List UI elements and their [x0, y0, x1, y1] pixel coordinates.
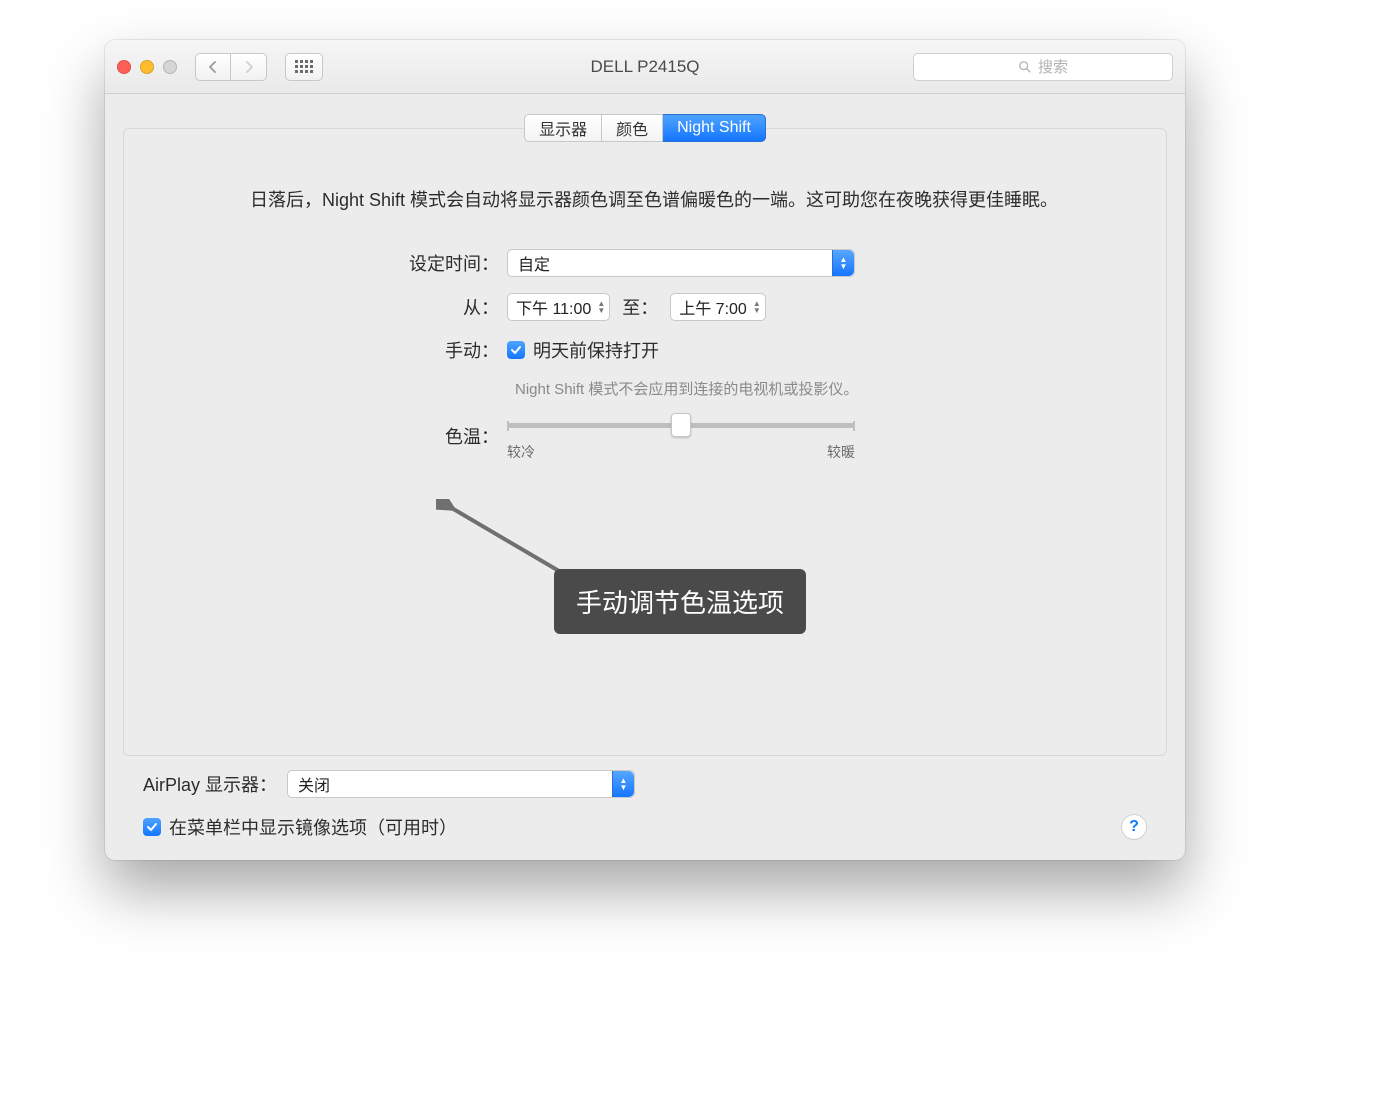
from-value: 下午 11:00: [516, 295, 591, 319]
stepper-icon: ▲▼: [597, 300, 605, 314]
chevron-up-down-icon: ▲▼: [832, 250, 854, 276]
slider-thumb[interactable]: [671, 413, 691, 437]
grid-icon: [295, 60, 313, 73]
from-time-stepper[interactable]: 下午 11:00 ▲▼: [507, 293, 610, 321]
airplay-row: AirPlay 显示器： 关闭 ▲▼: [143, 770, 1147, 798]
mirror-checkbox[interactable]: [143, 818, 161, 836]
schedule-label: 设定时间：: [372, 250, 507, 276]
mirror-checkbox-label: 在菜单栏中显示镜像选项（可用时）: [169, 814, 457, 840]
search-placeholder: 搜索: [1038, 56, 1068, 77]
from-label: 从：: [372, 294, 507, 320]
schedule-row: 设定时间： 自定 ▲▼: [372, 249, 1012, 277]
nav-buttons: [195, 53, 267, 81]
chevron-up-down-icon: ▲▼: [612, 771, 634, 797]
time-row: 从： 下午 11:00 ▲▼ 至： 上午 7:00 ▲▼: [372, 293, 1012, 321]
manual-checkbox[interactable]: [507, 341, 525, 359]
description-text: 日落后，Night Shift 模式会自动将显示器颜色调至色谱偏暖色的一端。这可…: [250, 187, 1060, 215]
check-icon: [146, 821, 158, 833]
maximize-icon: [163, 60, 177, 74]
titlebar: DELL P2415Q 搜索: [105, 40, 1185, 94]
show-all-button[interactable]: [285, 53, 323, 81]
slider-warm-label: 较暖: [827, 442, 855, 462]
color-temp-slider[interactable]: 较冷 较暖: [507, 423, 855, 462]
manual-checkbox-label: 明天前保持打开: [533, 337, 659, 363]
help-button[interactable]: ?: [1121, 814, 1147, 840]
to-label: 至：: [622, 294, 658, 320]
traffic-lights: [117, 60, 177, 74]
to-time-stepper[interactable]: 上午 7:00 ▲▼: [670, 293, 766, 321]
form: 设定时间： 自定 ▲▼ 从： 下午 11:00 ▲▼ 至：: [372, 249, 1012, 463]
color-temp-row: 色温： 较冷 较暖: [372, 423, 1012, 462]
slider-cold-label: 较冷: [507, 442, 535, 462]
close-icon[interactable]: [117, 60, 131, 74]
manual-label: 手动：: [372, 337, 507, 363]
tab-bar: 显示器 颜色 Night Shift: [123, 114, 1167, 142]
schedule-select[interactable]: 自定 ▲▼: [507, 249, 855, 277]
tab-display[interactable]: 显示器: [524, 114, 602, 142]
night-shift-panel: 日落后，Night Shift 模式会自动将显示器颜色调至色谱偏暖色的一端。这可…: [123, 128, 1167, 756]
check-icon: [510, 344, 522, 356]
manual-row: 手动： 明天前保持打开: [372, 337, 1012, 363]
search-icon: [1018, 60, 1032, 74]
search-input[interactable]: 搜索: [913, 53, 1173, 81]
manual-hint: Night Shift 模式不会应用到连接的电视机或投影仪。: [515, 379, 865, 402]
stepper-icon: ▲▼: [753, 300, 761, 314]
airplay-select[interactable]: 关闭 ▲▼: [287, 770, 635, 798]
annotation-tooltip: 手动调节色温选项: [554, 569, 806, 634]
forward-button[interactable]: [231, 53, 267, 81]
minimize-icon[interactable]: [140, 60, 154, 74]
window-body: 显示器 颜色 Night Shift 日落后，Night Shift 模式会自动…: [105, 94, 1185, 860]
airplay-label: AirPlay 显示器：: [143, 771, 277, 797]
airplay-value: 关闭: [298, 772, 330, 796]
to-value: 上午 7:00: [679, 295, 747, 319]
tab-color[interactable]: 颜色: [602, 114, 663, 142]
color-temp-label: 色温：: [372, 423, 507, 449]
slider-track: [507, 423, 855, 428]
mirror-row: 在菜单栏中显示镜像选项（可用时）: [143, 814, 457, 840]
footer: AirPlay 显示器： 关闭 ▲▼ 在菜单栏中显示镜像选项（可用时） ?: [123, 756, 1167, 846]
schedule-value: 自定: [518, 251, 550, 275]
back-button[interactable]: [195, 53, 231, 81]
preferences-window: DELL P2415Q 搜索 显示器 颜色 Night Shift 日落后，Ni…: [105, 40, 1185, 860]
tab-night-shift[interactable]: Night Shift: [663, 114, 766, 142]
